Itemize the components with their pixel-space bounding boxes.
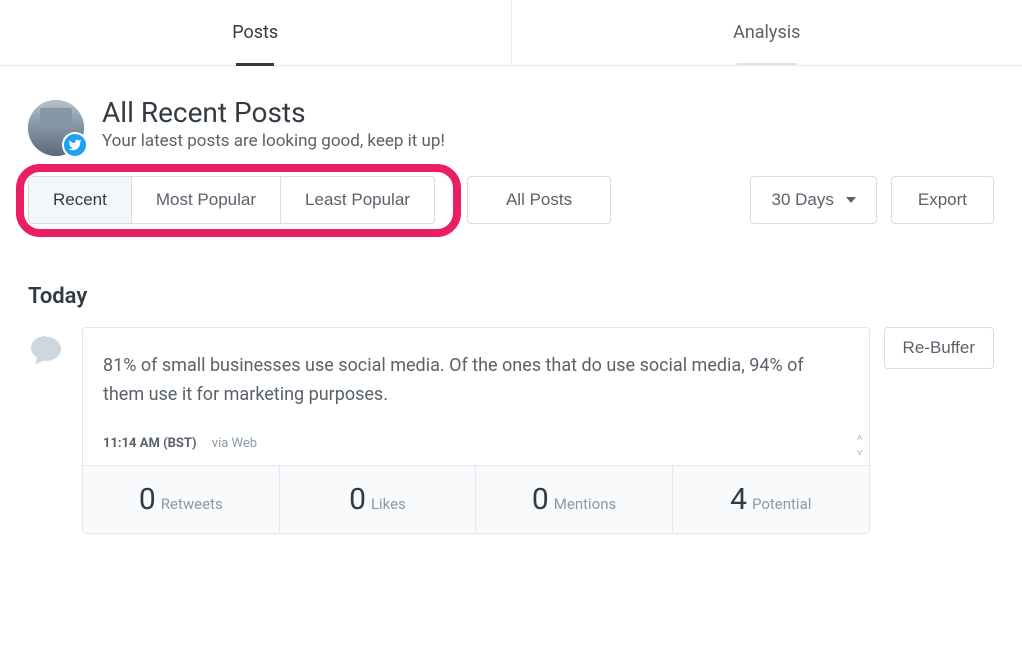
post-stats: 0 Retweets 0 Likes 0 Mentions 4 Potentia… <box>83 465 869 533</box>
date-range-label: 30 Days <box>771 190 833 210</box>
chevron-down-icon <box>846 197 856 203</box>
filter-most-popular-button[interactable]: Most Popular <box>132 176 281 224</box>
stat-mentions: 0 Mentions <box>476 466 673 533</box>
stat-potential-value: 4 <box>730 482 747 517</box>
sort-segment: Recent Most Popular Least Popular <box>28 176 435 224</box>
header-text: All Recent Posts Your latest posts are l… <box>102 96 445 151</box>
controls-row: Recent Most Popular Least Popular All Po… <box>28 176 994 224</box>
post-via: via Web <box>212 436 257 451</box>
tab-analysis[interactable]: Analysis <box>512 0 1022 65</box>
stat-mentions-value: 0 <box>532 482 549 517</box>
post-text: 81% of small businesses use social media… <box>103 352 849 410</box>
date-range-dropdown[interactable]: 30 Days <box>750 176 876 224</box>
stat-retweets-value: 0 <box>139 482 156 517</box>
filter-least-popular-button[interactable]: Least Popular <box>281 176 435 224</box>
filter-recent-button[interactable]: Recent <box>28 176 132 224</box>
stat-mentions-label: Mentions <box>554 495 616 513</box>
twitter-icon <box>62 132 88 158</box>
all-posts-button[interactable]: All Posts <box>467 176 611 224</box>
stat-likes: 0 Likes <box>280 466 477 533</box>
rebuffer-button[interactable]: Re-Buffer <box>884 327 994 369</box>
stat-potential: 4 Potential <box>673 466 869 533</box>
post-meta: 11:14 AM (BST) via Web <box>103 436 849 451</box>
tab-analysis-label: Analysis <box>733 22 800 43</box>
avatar-wrapper <box>28 100 84 156</box>
page-header: All Recent Posts Your latest posts are l… <box>28 96 994 156</box>
stat-retweets: 0 Retweets <box>83 466 280 533</box>
scroll-arrows-icon[interactable]: ˄ ˅ <box>857 433 863 459</box>
post-card: 81% of small businesses use social media… <box>82 327 870 534</box>
section-today-title: Today <box>28 284 994 309</box>
stat-potential-label: Potential <box>752 495 811 513</box>
page-title: All Recent Posts <box>102 96 445 129</box>
post-time: 11:14 AM (BST) <box>103 436 197 451</box>
export-button[interactable]: Export <box>891 176 994 224</box>
top-tabs: Posts Analysis <box>0 0 1022 66</box>
tab-posts[interactable]: Posts <box>0 0 512 65</box>
stat-likes-label: Likes <box>371 495 406 513</box>
page-subtitle: Your latest posts are looking good, keep… <box>102 131 445 151</box>
tab-posts-label: Posts <box>232 22 278 43</box>
stat-retweets-label: Retweets <box>161 495 223 513</box>
post-row: 81% of small businesses use social media… <box>28 327 994 534</box>
stat-likes-value: 0 <box>349 482 366 517</box>
speech-bubble-icon <box>28 333 64 369</box>
